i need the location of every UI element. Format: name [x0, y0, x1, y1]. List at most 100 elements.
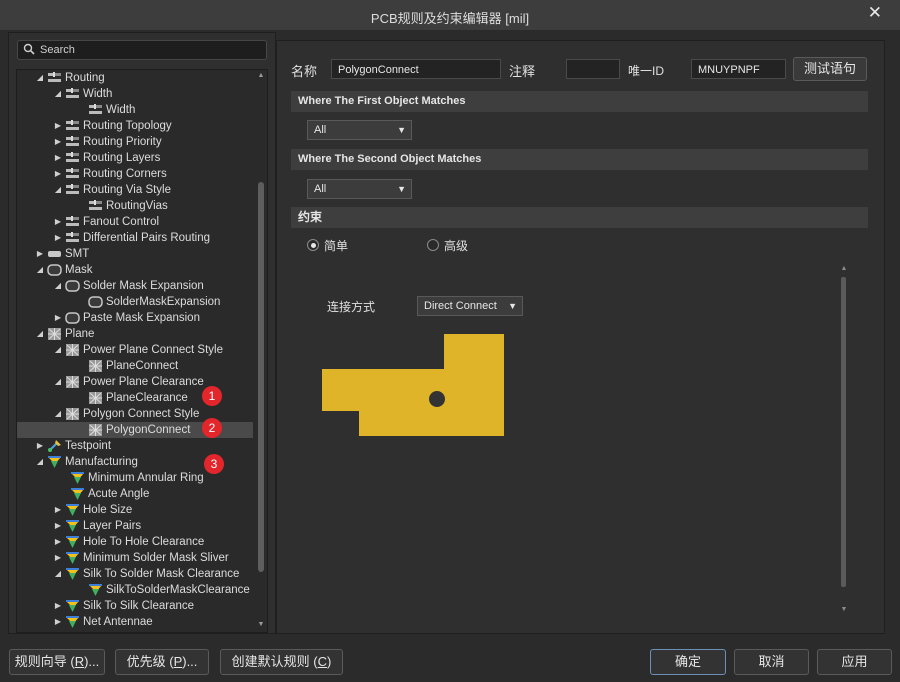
expand-arrow-icon[interactable]: ▶ — [53, 502, 63, 518]
expand-arrow-icon[interactable]: ▶ — [35, 246, 45, 262]
tree-item[interactable]: ◢ Routing — [17, 70, 253, 86]
test-query-button[interactable]: 测试语句 — [793, 57, 867, 81]
tree-item[interactable]: ▶ Routing Corners — [17, 166, 253, 182]
annotation-badge-2: 2 — [202, 418, 222, 438]
expand-arrow-icon[interactable]: ▶ — [53, 214, 63, 230]
collapse-arrow-icon[interactable]: ◢ — [35, 326, 45, 342]
advanced-mode-radio[interactable] — [427, 239, 439, 251]
tree-item[interactable]: ◢ Mask — [17, 262, 253, 278]
tree-item[interactable]: SilkToSolderMaskClearance — [17, 582, 253, 598]
rule-icon — [65, 151, 80, 165]
tree-item[interactable]: ◢ Routing Via Style — [17, 182, 253, 198]
tree-item[interactable]: Width — [17, 102, 253, 118]
plane-icon — [65, 375, 80, 389]
rule-icon — [65, 215, 80, 229]
tree-item-label: Fanout Control — [83, 216, 160, 228]
expand-arrow-icon[interactable]: ▶ — [53, 166, 63, 182]
collapse-arrow-icon[interactable]: ◢ — [53, 182, 63, 198]
tree-item[interactable]: ▶ Routing Layers — [17, 150, 253, 166]
tree-item[interactable]: ▶ Silk To Silk Clearance — [17, 598, 253, 614]
tree-item[interactable]: SolderMaskExpansion — [17, 294, 253, 310]
tree-item[interactable]: ▶ Paste Mask Expansion — [17, 310, 253, 326]
comment-field[interactable] — [566, 59, 620, 79]
expand-arrow-icon[interactable]: ▶ — [53, 614, 63, 630]
collapse-arrow-icon[interactable]: ◢ — [53, 566, 63, 582]
tree-scroll-thumb[interactable] — [258, 182, 264, 572]
tree-item[interactable]: ▶ Layer Pairs — [17, 518, 253, 534]
ok-button[interactable]: 确定 — [650, 649, 726, 675]
tree-item[interactable]: ◢ Plane — [17, 326, 253, 342]
expand-arrow-icon[interactable]: ▶ — [53, 150, 63, 166]
rule-wizard-button[interactable]: 规则向导 (R)... — [9, 649, 105, 675]
scroll-up-icon[interactable]: ▲ — [839, 265, 849, 272]
first-match-dropdown[interactable]: All ▼ — [307, 120, 412, 140]
collapse-arrow-icon[interactable]: ◢ — [53, 342, 63, 358]
collapse-arrow-icon[interactable]: ◢ — [35, 454, 45, 470]
collapse-arrow-icon[interactable]: ◢ — [53, 406, 63, 422]
scroll-down-icon[interactable]: ▼ — [839, 606, 849, 613]
rules-tree[interactable]: ▶ Net Antennae ▶ Silk To Silk Clearance Silk… — [16, 69, 268, 633]
tree-item-label: Routing Priority — [83, 136, 162, 148]
expand-arrow-icon[interactable]: ▶ — [53, 598, 63, 614]
tree-item[interactable]: ◢ Solder Mask Expansion — [17, 278, 253, 294]
tree-item[interactable]: ▶ Differential Pairs Routing — [17, 230, 253, 246]
collapse-arrow-icon[interactable]: ◢ — [53, 374, 63, 390]
window-title: PCB规则及约束编辑器 [mil] — [370, 11, 530, 26]
tree-item-label: PolygonConnect — [106, 424, 191, 436]
expand-arrow-icon[interactable]: ▶ — [35, 438, 45, 454]
collapse-arrow-icon[interactable]: ◢ — [53, 86, 63, 102]
cancel-button[interactable]: 取消 — [734, 649, 809, 675]
tree-item[interactable]: ▶ Routing Topology — [17, 118, 253, 134]
create-default-rules-button[interactable]: 创建默认规则 (C) — [220, 649, 343, 675]
mask-icon — [65, 279, 80, 293]
plane-icon — [88, 359, 103, 373]
tree-item[interactable]: ▶ Hole Size — [17, 502, 253, 518]
scroll-down-icon[interactable]: ▼ — [257, 621, 265, 628]
tree-item[interactable]: Acute Angle — [17, 486, 253, 502]
close-icon[interactable]: ✕ — [868, 3, 882, 23]
name-field[interactable]: PolygonConnect — [331, 59, 501, 79]
constraint-scroll-thumb[interactable] — [841, 277, 846, 587]
apply-button[interactable]: 应用 — [817, 649, 892, 675]
tree-item[interactable]: ▶ Net Antennae — [17, 614, 253, 630]
connect-style-dropdown[interactable]: Direct Connect ▼ — [417, 296, 523, 316]
search-box[interactable] — [17, 40, 267, 60]
second-match-dropdown[interactable]: All ▼ — [307, 179, 412, 199]
tree-item-label: Power Plane Clearance — [83, 376, 204, 388]
expand-arrow-icon[interactable]: ▶ — [53, 310, 63, 326]
tree-item[interactable]: ▶ Hole To Hole Clearance — [17, 534, 253, 550]
mask-icon — [47, 263, 62, 277]
name-label: 名称 — [291, 64, 318, 79]
tree-item-label: Polygon Connect Style — [83, 408, 200, 420]
tree-item[interactable]: ▶ Fanout Control — [17, 214, 253, 230]
tree-item[interactable]: ◢ Power Plane Connect Style — [17, 342, 253, 358]
tree-item[interactable]: ▶ Routing Priority — [17, 134, 253, 150]
collapse-arrow-icon[interactable]: ◢ — [35, 262, 45, 278]
priority-button[interactable]: 优先级 (P)... — [115, 649, 209, 675]
simple-mode-label: 简单 — [324, 239, 349, 253]
tree-item[interactable]: PlaneConnect — [17, 358, 253, 374]
constraint-scrollbar[interactable]: ▲ ▼ — [839, 265, 849, 613]
tree-item[interactable]: RoutingVias — [17, 198, 253, 214]
expand-arrow-icon[interactable]: ▶ — [53, 534, 63, 550]
simple-mode-radio[interactable] — [307, 239, 319, 251]
expand-arrow-icon[interactable]: ▶ — [53, 118, 63, 134]
tree-scrollbar[interactable]: ▲ ▼ — [257, 72, 265, 628]
unique-id-field[interactable]: MNUYPNPF — [691, 59, 786, 79]
expand-arrow-icon[interactable]: ▶ — [53, 230, 63, 246]
tree-item[interactable]: ◢ Silk To Solder Mask Clearance — [17, 566, 253, 582]
tree-item[interactable]: ▶ Minimum Solder Mask Sliver — [17, 550, 253, 566]
expand-arrow-icon[interactable]: ▶ — [53, 518, 63, 534]
chevron-down-icon: ▼ — [508, 301, 517, 311]
rule-icon — [65, 231, 80, 245]
scroll-up-icon[interactable]: ▲ — [257, 72, 265, 79]
tree-item[interactable]: ▶ Testpoint — [17, 438, 253, 454]
expand-arrow-icon[interactable]: ▶ — [53, 550, 63, 566]
tree-item[interactable]: ▶ SMT — [17, 246, 253, 262]
expand-arrow-icon[interactable]: ▶ — [53, 134, 63, 150]
collapse-arrow-icon[interactable]: ◢ — [53, 278, 63, 294]
search-input[interactable] — [40, 42, 260, 58]
plane-icon — [88, 423, 103, 437]
collapse-arrow-icon[interactable]: ◢ — [35, 70, 45, 86]
tree-item[interactable]: ◢ Width — [17, 86, 253, 102]
